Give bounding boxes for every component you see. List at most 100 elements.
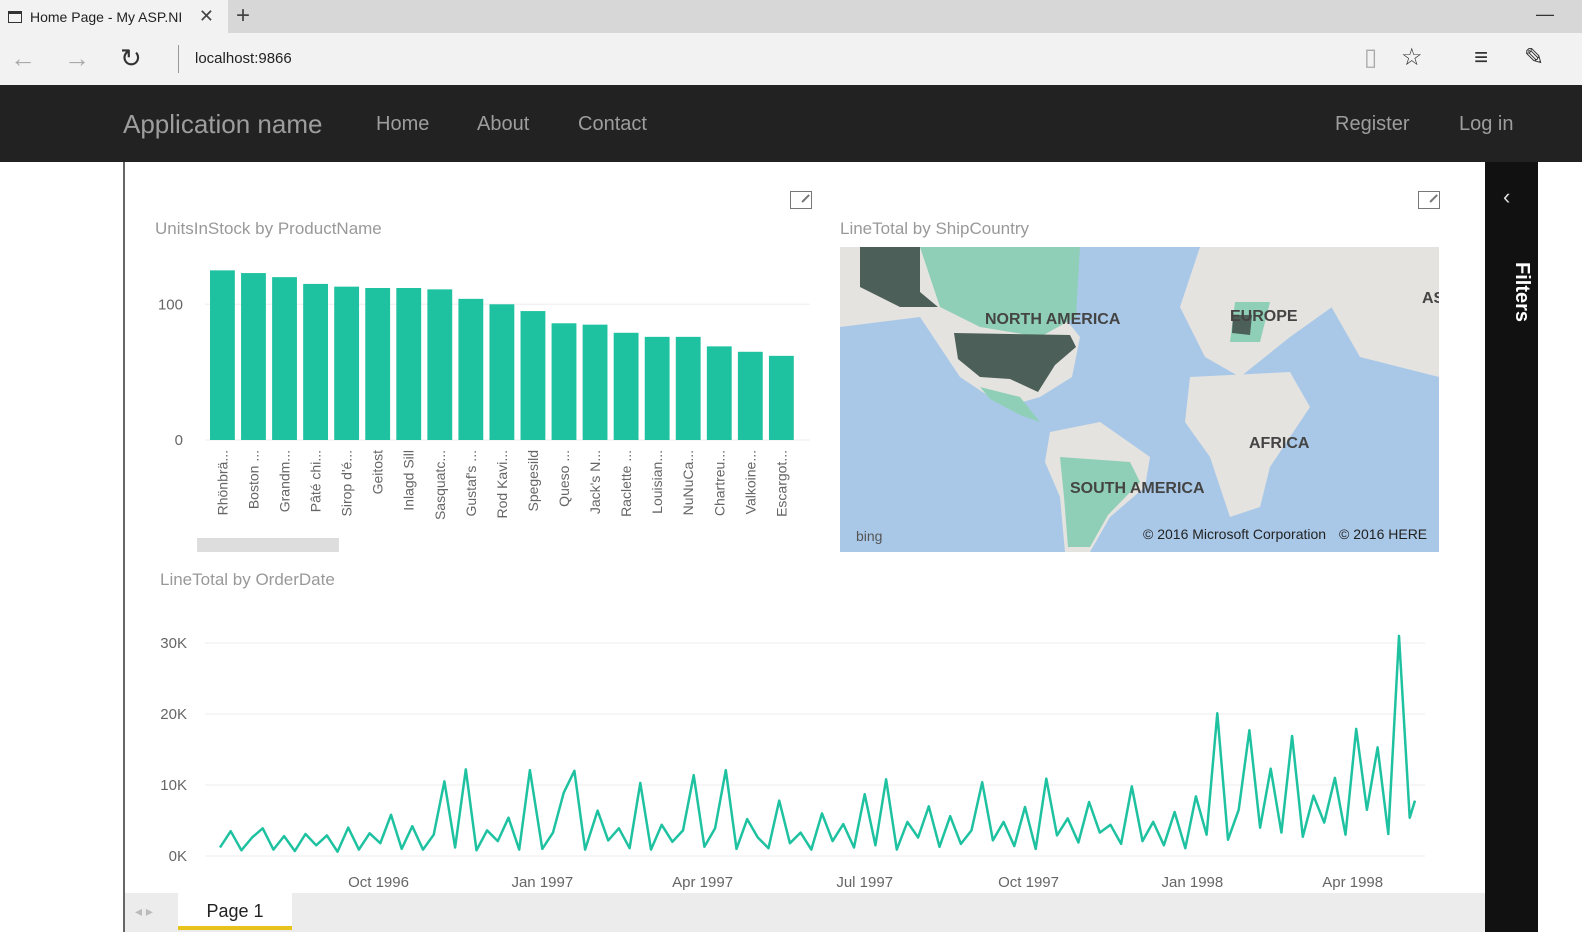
x-tick-label: Valkoine... [742, 450, 758, 514]
x-tick-label: Sirop d'é... [339, 450, 355, 517]
bar[interactable] [582, 324, 608, 440]
app-brand-link[interactable]: Application name [123, 109, 322, 140]
x-tick-label: Apr 1998 [1322, 874, 1383, 891]
x-tick-label: Oct 1997 [998, 874, 1059, 891]
page-scroll-arrows-icon[interactable]: ◂ ▸ [135, 903, 153, 920]
bar[interactable] [303, 283, 328, 440]
x-tick-label: Rhönbrä... [214, 450, 230, 515]
bar[interactable] [396, 288, 422, 440]
hub-icon[interactable]: ≡ [1474, 44, 1488, 72]
map-title: LineTotal by ShipCountry [840, 219, 1030, 238]
bar[interactable] [458, 298, 484, 440]
page-icon [8, 10, 22, 23]
x-tick-label: Inlagd Sill [401, 450, 417, 511]
line-chart: 0K 10K 20K 30K Oct 1996 Jan 1997 Apr 1997 Jul 1… [160, 634, 1425, 891]
y-tick-label: 0 [175, 432, 183, 449]
minimize-icon[interactable]: — [1536, 4, 1554, 25]
x-tick-label: Jan 1997 [511, 874, 573, 891]
x-tick-label: Queso ... [556, 450, 572, 507]
bar[interactable] [768, 355, 794, 440]
web-note-icon[interactable]: ✎ [1524, 44, 1544, 72]
x-tick-label: Boston ... [245, 450, 261, 509]
map-label-north-america: NORTH AMERICA [985, 311, 1121, 328]
world-map [840, 247, 1439, 552]
collapse-chevron-icon[interactable]: ‹ [1503, 184, 1510, 210]
x-tick-label: Geitost [370, 450, 386, 494]
map-copyright-here: © 2016 HERE [1339, 526, 1428, 542]
back-arrow-icon[interactable]: ← [10, 43, 36, 73]
nav-about[interactable]: About [477, 113, 529, 136]
nav-home[interactable]: Home [376, 113, 429, 136]
login-link[interactable]: Log in [1459, 113, 1514, 136]
x-tick-label: Oct 1996 [348, 874, 409, 891]
x-tick-label: Chartreu... [711, 450, 727, 516]
y-tick-label: 10K [160, 777, 187, 794]
x-tick-label: Sasquatc... [432, 450, 448, 520]
x-tick-label: Pâté chi... [308, 450, 324, 512]
register-link[interactable]: Register [1335, 113, 1409, 136]
x-tick-label: Rod Kavi... [494, 450, 510, 518]
bar[interactable] [241, 273, 266, 440]
x-tick-label: Jack's N... [587, 450, 603, 514]
new-tab-icon[interactable]: + [236, 2, 250, 30]
reading-view-icon[interactable]: ▯ [1364, 44, 1377, 72]
bar[interactable] [520, 311, 546, 440]
x-tick-label: Spegesild [525, 450, 541, 512]
x-tick-label: Raclette ... [618, 450, 634, 517]
bar[interactable] [489, 304, 515, 440]
map-label-south-america: SOUTH AMERICA [1070, 480, 1205, 497]
bar[interactable] [551, 323, 577, 440]
map-label-africa: AFRICA [1249, 435, 1310, 452]
bar[interactable] [737, 351, 763, 440]
x-tick-label: NuNuCa... [680, 450, 696, 515]
x-tick-label: Escargot... [773, 450, 789, 517]
x-tick-label: Jul 1997 [836, 874, 893, 891]
y-tick-label: 100 [158, 296, 183, 313]
x-tick-label: Jan 1998 [1162, 874, 1224, 891]
close-tab-icon[interactable]: ✕ [199, 6, 214, 27]
x-tick-label: Louisian... [649, 450, 665, 514]
forward-arrow-icon[interactable]: → [64, 43, 90, 73]
bar[interactable] [427, 289, 453, 440]
y-tick-label: 30K [160, 635, 187, 652]
url-field[interactable]: localhost:9866 [195, 50, 292, 67]
bar[interactable] [644, 336, 670, 440]
map-label-asia: AS [1422, 290, 1439, 307]
filters-label: Filters [1511, 262, 1533, 323]
favorite-star-icon[interactable]: ☆ [1401, 44, 1423, 72]
bar-chart-title: UnitsInStock by ProductName [155, 219, 382, 238]
page-navigation-bar: ◂ ▸ [125, 893, 1485, 932]
bing-logo: bing [856, 528, 883, 544]
app-navbar: Application name Home About Contact Regi… [0, 85, 1582, 162]
divider [178, 45, 179, 73]
x-tick-label: Grandm... [277, 450, 293, 512]
y-tick-label: 20K [160, 706, 187, 723]
page-tab[interactable]: Page 1 [178, 893, 292, 930]
filters-pane[interactable]: ‹ Filters [1485, 162, 1538, 932]
x-tick-label: Apr 1997 [672, 874, 733, 891]
bar[interactable] [272, 277, 297, 440]
bar[interactable] [613, 332, 639, 440]
series-line[interactable] [218, 634, 1417, 853]
map-copyright-microsoft: © 2016 Microsoft Corporation [1143, 526, 1327, 542]
browser-tab-strip: Home Page - My ASP.NI ✕ + — [0, 0, 1582, 33]
tab-title: Home Page - My ASP.NI [30, 8, 183, 25]
bar[interactable] [210, 270, 235, 440]
browser-tab[interactable]: Home Page - My ASP.NI ✕ [0, 0, 228, 33]
line-chart-title: LineTotal by OrderDate [160, 570, 335, 589]
address-toolbar: ← → ↻ localhost:9866 ▯ ☆ ≡ ✎ [0, 33, 1582, 85]
bar[interactable] [365, 288, 391, 440]
bar[interactable] [706, 346, 732, 440]
map-visual[interactable]: NORTH AMERICA EUROPE AFRICA SOUTH AMERIC… [840, 247, 1439, 552]
bar[interactable] [675, 336, 701, 440]
focus-mode-icon[interactable] [790, 191, 812, 209]
scrollbar[interactable] [197, 538, 339, 552]
bar-chart: 0 100 Rhönbrä... Boston ... Grandm... Pâté ch… [158, 270, 810, 552]
x-tick-label: Gustaf's ... [463, 450, 479, 516]
focus-mode-icon[interactable] [1418, 191, 1440, 209]
bar[interactable] [334, 286, 360, 440]
refresh-icon[interactable]: ↻ [120, 43, 142, 73]
nav-contact[interactable]: Contact [578, 113, 647, 136]
y-tick-label: 0K [169, 848, 187, 865]
map-label-europe: EUROPE [1230, 308, 1298, 325]
